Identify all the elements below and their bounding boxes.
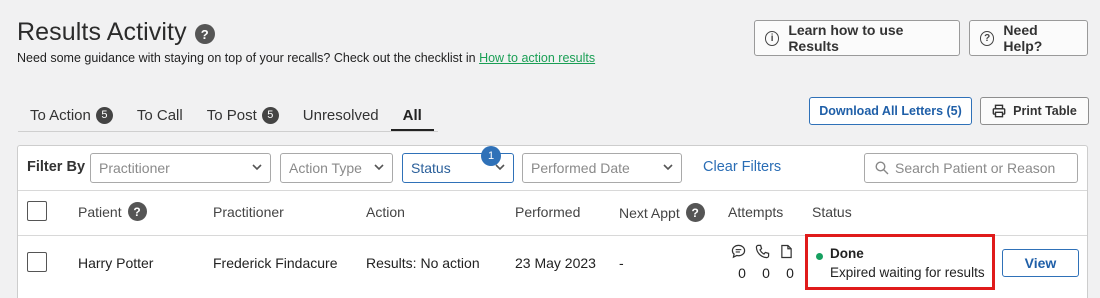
column-header-action[interactable]: Action — [366, 204, 405, 220]
tab-label: To Call — [136, 106, 183, 124]
performed-date-filter-placeholder: Performed Date — [531, 160, 630, 176]
question-icon: ? — [980, 30, 995, 46]
call-attempt-count: 0 — [762, 265, 770, 281]
printer-icon — [992, 104, 1006, 118]
column-label: Next Appt — [619, 204, 680, 221]
info-icon: i — [765, 30, 780, 46]
letter-icon — [778, 244, 795, 259]
status-label: Done — [830, 246, 864, 261]
column-header-patient[interactable]: Patient ? — [78, 202, 147, 221]
status-filter-placeholder: Status — [411, 160, 451, 176]
subtitle-text: Need some guidance with staying on top o… — [17, 51, 476, 65]
action-type-filter[interactable]: Action Type — [280, 153, 393, 183]
view-button[interactable]: View — [1002, 249, 1079, 277]
column-header-status[interactable]: Status — [812, 204, 852, 220]
phone-icon — [754, 244, 771, 259]
help-icon[interactable]: ? — [127, 202, 147, 221]
tab-count-badge: 5 — [261, 106, 279, 124]
status-highlight: Done Expired waiting for results — [805, 234, 995, 290]
practitioner-filter[interactable]: Practitioner — [90, 153, 271, 183]
tab-to-action[interactable]: To Action 5 — [18, 98, 125, 132]
tab-count-badge: 5 — [95, 106, 113, 124]
learn-results-button[interactable]: i Learn how to use Results — [754, 20, 960, 56]
clear-filters-link[interactable]: Clear Filters — [703, 159, 781, 175]
column-header-performed[interactable]: Performed — [515, 204, 580, 220]
help-icon[interactable]: ? — [685, 203, 705, 222]
print-table-button[interactable]: Print Table — [980, 97, 1089, 125]
column-label: Patient — [78, 203, 122, 220]
page-title: Results Activity — [17, 18, 187, 46]
tab-to-call[interactable]: To Call — [125, 98, 195, 132]
chevron-down-icon — [374, 164, 384, 171]
search-box — [864, 153, 1078, 183]
message-icon — [730, 244, 747, 259]
title-row: Results Activity ? — [17, 18, 215, 47]
cell-next-appt: - — [619, 255, 624, 271]
print-table-label: Print Table — [1013, 104, 1077, 118]
tab-unresolved[interactable]: Unresolved — [291, 98, 391, 132]
download-letters-button[interactable]: Download All Letters (5) — [809, 97, 972, 125]
letter-attempt-count: 0 — [786, 265, 794, 281]
practitioner-filter-placeholder: Practitioner — [99, 160, 170, 176]
filter-divider — [18, 190, 1087, 191]
performed-date-filter[interactable]: Performed Date — [522, 153, 682, 183]
cell-performed: 23 May 2023 — [515, 255, 596, 271]
search-icon — [875, 161, 889, 175]
status-filter-count-badge: 1 — [481, 146, 501, 166]
search-input[interactable] — [895, 160, 1075, 176]
column-header-practitioner[interactable]: Practitioner — [213, 204, 284, 220]
cell-patient: Harry Potter — [78, 255, 154, 271]
tab-all[interactable]: All — [390, 98, 434, 132]
results-tabs: To Action 5 To Call To Post 5 Unresolved… — [18, 98, 438, 132]
tabs-divider — [18, 131, 438, 132]
how-to-action-link[interactable]: How to action results — [479, 51, 595, 65]
tab-label: To Action — [30, 106, 91, 124]
action-type-filter-placeholder: Action Type — [289, 160, 362, 176]
row-checkbox[interactable] — [27, 252, 47, 272]
page-subtitle: Need some guidance with staying on top o… — [17, 51, 595, 65]
attempt-counts: 0 0 0 — [730, 265, 802, 281]
status-dot — [816, 253, 823, 260]
cell-action: Results: No action — [366, 255, 480, 271]
need-help-button[interactable]: ? Need Help? — [969, 20, 1088, 56]
results-table-panel: Filter By Practitioner Action Type Statu… — [17, 145, 1088, 298]
filter-by-label: Filter By — [27, 159, 86, 175]
cell-practitioner: Frederick Findacure — [213, 255, 338, 271]
select-all-checkbox[interactable] — [27, 201, 47, 221]
chevron-down-icon — [252, 164, 262, 171]
tab-label: All — [402, 106, 422, 124]
learn-results-label: Learn how to use Results — [788, 22, 904, 54]
chevron-down-icon — [663, 164, 673, 171]
need-help-label: Need Help? — [1003, 22, 1043, 54]
help-icon[interactable]: ? — [194, 24, 215, 44]
sms-attempt-count: 0 — [738, 265, 746, 281]
attempt-icons — [730, 244, 795, 259]
tab-label: Unresolved — [302, 106, 379, 124]
column-header-next-appt[interactable]: Next Appt ? — [619, 203, 705, 222]
tab-to-post[interactable]: To Post 5 — [195, 98, 291, 132]
status-detail: Expired waiting for results — [830, 265, 985, 280]
tab-label: To Post — [206, 106, 257, 124]
column-header-attempts[interactable]: Attempts — [728, 204, 783, 220]
